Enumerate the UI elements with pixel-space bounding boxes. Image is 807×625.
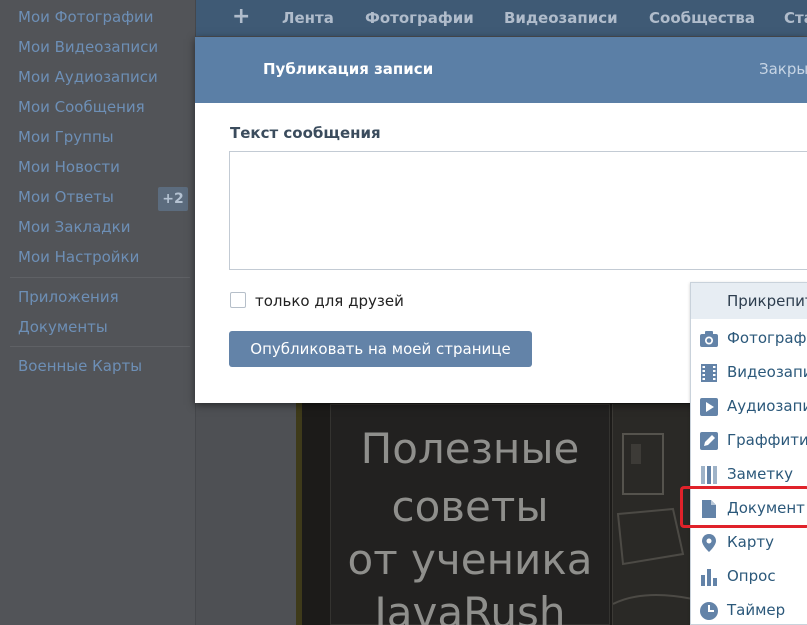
attach-item-graffiti[interactable]: Граффити [691,424,807,458]
sidebar: Мои Фотографии Мои Видеозаписи Мои Аудио… [0,0,196,625]
sidebar-divider [10,346,190,347]
sidebar-item-documents[interactable]: Документы [18,318,108,336]
publish-button[interactable]: Опубликовать на моей странице [229,331,532,367]
attach-item-timer[interactable]: Таймер [691,594,807,625]
sidebar-item-messages[interactable]: Мои Сообщения [18,98,145,116]
attach-item-label: Аудиозапи [727,397,807,415]
modal-header: Публикация записи Закры [195,37,807,103]
attach-header-label: Прикрепит [727,292,807,310]
friends-only-checkbox[interactable] [230,292,246,308]
map-pin-icon [702,534,716,552]
attach-item-label: Карту [727,533,774,551]
nav-feed[interactable]: Лента [282,9,334,27]
close-button[interactable]: Закры [759,60,807,78]
attach-item-label: Граффити [727,431,807,449]
attach-item-poll[interactable]: Опрос [691,560,807,594]
attach-header[interactable]: Прикрепит [691,283,807,319]
attach-item-label: Фотографи [727,329,807,347]
note-icon [701,466,717,484]
attach-item-label: Видеозапи [727,363,807,381]
poll-icon [701,569,717,586]
attach-item-audio[interactable]: Аудиозапи [691,390,807,424]
modal-title: Публикация записи [263,60,434,78]
sidebar-item-groups[interactable]: Мои Группы [18,128,114,146]
sidebar-item-photos[interactable]: Мои Фотографии [18,8,154,26]
banner-line: от ученика [347,535,593,584]
document-highlight-frame [680,486,807,528]
sidebar-item-war-maps[interactable]: Военные Карты [18,357,142,375]
plus-icon[interactable]: + [232,4,250,29]
message-textarea[interactable] [229,151,807,270]
attach-item-label: Таймер [727,601,786,619]
banner-line: Полезные [360,424,580,473]
answers-count-badge: +2 [158,187,188,211]
banner-line: JavaRush [374,588,566,625]
attach-item-video[interactable]: Видеозапи [691,356,807,390]
nav-photos[interactable]: Фотографии [365,9,474,27]
friends-only-label[interactable]: только для друзей [255,292,404,310]
sidebar-item-videos[interactable]: Мои Видеозаписи [18,38,158,56]
attach-item-label: Заметку [727,465,794,483]
attach-item-label: Опрос [727,567,776,585]
sidebar-divider [10,277,190,278]
clock-icon [700,602,718,620]
banner-line: советы [391,482,549,531]
film-icon [701,364,717,382]
message-field-label: Текст сообщения [230,124,381,142]
attach-item-photo[interactable]: Фотографи [691,322,807,356]
sidebar-item-bookmarks[interactable]: Мои Закладки [18,218,130,236]
camera-icon [700,331,718,347]
sidebar-item-answers[interactable]: Мои Ответы [18,188,114,206]
sidebar-item-settings[interactable]: Мои Настройки [18,248,139,266]
sidebar-item-apps[interactable]: Приложения [18,288,119,306]
nav-videos[interactable]: Видеозаписи [504,9,618,27]
nav-communities[interactable]: Сообщества [649,9,755,27]
play-icon [700,398,718,416]
attach-dropdown: Прикрепит Фотографи Видеозапи Ау [690,282,807,625]
sidebar-item-news[interactable]: Мои Новости [18,158,120,176]
sidebar-item-audio[interactable]: Мои Аудиозаписи [18,68,158,86]
nav-more[interactable]: Ста [784,9,807,27]
pencil-icon [700,432,718,450]
attach-item-map[interactable]: Карту [691,526,807,560]
